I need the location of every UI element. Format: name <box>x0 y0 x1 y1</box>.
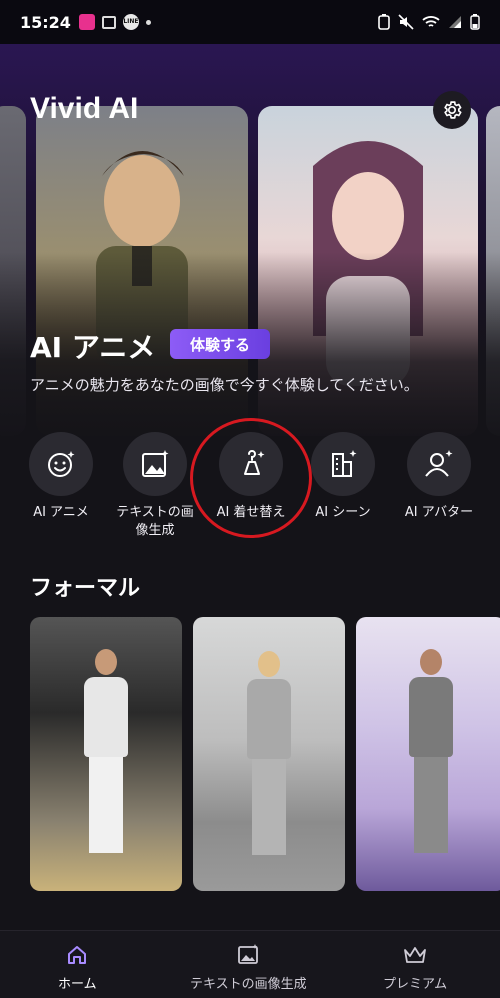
status-time: 15:24 <box>20 12 71 32</box>
formal-photo-card[interactable] <box>193 617 345 891</box>
battery-icon <box>470 14 480 30</box>
quick-action-label: AI 着せ替え <box>216 505 286 520</box>
quick-action-text-to-image[interactable]: テキストの画 像生成 <box>110 432 200 540</box>
quick-action-label: AI アニメ <box>33 505 89 520</box>
dot-icon <box>145 19 151 25</box>
app-notification-icon <box>78 14 95 30</box>
nav-premium[interactable]: プレミアム <box>383 943 447 992</box>
gear-icon <box>444 101 462 119</box>
status-bar: 15:24 LINE <box>0 0 500 44</box>
status-icons <box>378 14 480 30</box>
formal-photo-card[interactable] <box>356 617 500 891</box>
section-title-formal: フォーマル <box>30 576 141 601</box>
quick-action-label: AI シーン <box>315 505 371 520</box>
nav-text-to-image[interactable]: テキストの画像生成 <box>190 943 307 992</box>
formal-photo-card[interactable] <box>30 617 182 891</box>
quick-action-circle <box>29 432 93 496</box>
smile-sparkle-icon <box>48 451 75 477</box>
quick-action-circle <box>311 432 375 496</box>
quick-action-label: テキストの画 像生成 <box>116 505 194 538</box>
feature-heading: AI アニメ <box>30 331 156 364</box>
nav-premium-label: プレミアム <box>383 977 448 992</box>
person-figure <box>409 649 453 853</box>
quick-action-ai-avatar[interactable]: AI アバター <box>394 432 484 522</box>
quick-action-label: AI アバター <box>404 505 474 520</box>
quick-action-circle <box>219 432 283 496</box>
hanger-sparkle-icon <box>244 450 265 475</box>
quick-action-circle <box>123 432 187 496</box>
quick-action-ai-anime[interactable]: AI アニメ <box>16 432 106 522</box>
battery-saver-icon <box>378 14 390 30</box>
quick-action-ai-scene[interactable]: AI シーン <box>298 432 388 522</box>
crown-icon <box>404 947 426 963</box>
image-sparkle-icon <box>142 450 169 477</box>
app-title: Vivid AI <box>30 92 139 125</box>
person-figure <box>247 651 291 855</box>
building-sparkle-icon <box>332 450 357 477</box>
quick-actions: AI アニメ テキストの画 像生成 AI 着せ替え AI シーン AI アバター <box>0 432 500 542</box>
line-icon: LINE <box>122 14 139 30</box>
wifi-icon <box>422 16 440 27</box>
nav-text-to-image-label: テキストの画像生成 <box>190 977 307 992</box>
home-icon <box>68 946 87 964</box>
person-sparkle-icon <box>425 450 453 477</box>
quick-action-circle <box>407 432 471 496</box>
nav-home[interactable]: ホーム <box>58 943 97 992</box>
mute-icon <box>398 14 414 30</box>
bottom-navigation: ホーム テキストの画像生成 プレミアム <box>0 930 500 998</box>
settings-button[interactable] <box>433 91 471 129</box>
nav-home-label: ホーム <box>58 977 97 992</box>
try-button[interactable]: 体験する <box>170 329 270 359</box>
gallery-icon <box>101 15 116 29</box>
quick-action-ai-dress-up[interactable]: AI 着せ替え <box>206 432 296 522</box>
feature-description: アニメの魅力をあなたの画像で今すぐ体験してください。 <box>30 376 419 394</box>
image-icon <box>238 944 259 964</box>
signal-icon <box>449 16 461 28</box>
person-figure <box>84 649 128 853</box>
